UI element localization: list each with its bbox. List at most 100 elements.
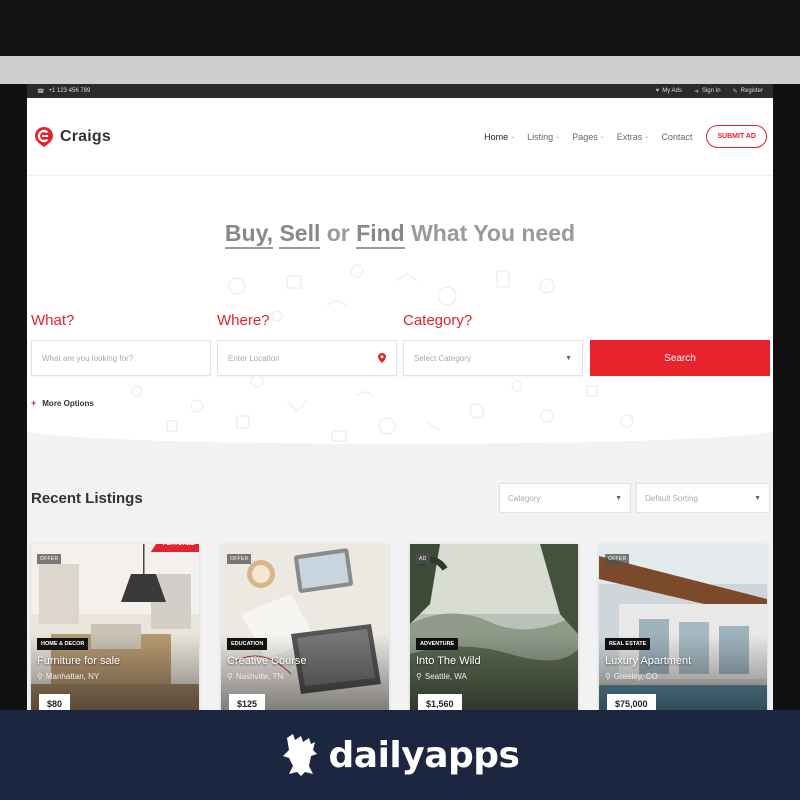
listing-card[interactable]: OFFER EDUCATION Creative Course ⚲ Nashvil… bbox=[221, 544, 389, 716]
pin-logo-icon bbox=[35, 126, 53, 147]
dailyapps-wordmark: dailyapps bbox=[328, 734, 520, 776]
headline-or: or bbox=[326, 220, 350, 246]
nav-label: Pages bbox=[572, 131, 598, 142]
more-options-label: More Options bbox=[42, 398, 94, 408]
map-pin-icon: ⚲ bbox=[37, 672, 43, 681]
listing-card[interactable]: OFFER REAL ESTATE Luxury Apartment ⚲ Gree… bbox=[599, 544, 767, 716]
top-gray-strip bbox=[0, 56, 800, 84]
location-text: Nashville, TN bbox=[235, 672, 284, 681]
category-label: Category? bbox=[403, 312, 473, 329]
more-options-toggle[interactable]: + More Options bbox=[31, 398, 94, 408]
sort-value: Default Sorting bbox=[645, 493, 698, 503]
brand-logo[interactable]: Craigs bbox=[34, 126, 111, 148]
sign-in-label: Sign In bbox=[701, 88, 721, 94]
listing-type-badge: OFFER bbox=[227, 554, 252, 564]
website-screenshot: ☎ +1 123 456 789 ♥ My Ads ➜ Sign In ✎ Regis… bbox=[27, 84, 773, 716]
where-label: Where? bbox=[217, 312, 270, 329]
my-ads-label: My Ads bbox=[662, 88, 682, 94]
submit-ad-button[interactable]: SUBMIT AD bbox=[706, 125, 767, 148]
listing-category-badge: ADVENTURE bbox=[416, 638, 459, 650]
caret-down-icon: ▼ bbox=[754, 494, 761, 502]
what-placeholder: What are you looking for? bbox=[42, 353, 134, 363]
location-placeholder: Enter Location bbox=[228, 353, 280, 363]
listing-cards: OFFER FEATURED HOME & DECOR Furniture fo… bbox=[31, 544, 771, 716]
chevron-down-icon: ⌄ bbox=[510, 134, 516, 140]
headline-buy: Buy, bbox=[224, 220, 274, 249]
location-text: Seattle, WA bbox=[424, 672, 467, 681]
location-pin-icon bbox=[378, 353, 386, 363]
hero-headline: Buy, Sell or Find What You need bbox=[27, 220, 773, 249]
listing-location: ⚲ Greeley, CO bbox=[605, 672, 658, 681]
nav-item-extras[interactable]: Extras ⌄ bbox=[617, 132, 650, 142]
nav-label: Contact bbox=[661, 131, 693, 142]
location-text: Greeley, CO bbox=[613, 672, 658, 681]
listing-category-value: Category bbox=[508, 493, 541, 503]
sign-in-link[interactable]: ➜ Sign In bbox=[694, 88, 721, 95]
phone-icon: ☎ bbox=[37, 88, 45, 95]
listing-location: ⚲ Nashville, TN bbox=[227, 672, 283, 681]
dailyapps-banner: dailyapps bbox=[0, 710, 800, 800]
utility-bar: ☎ +1 123 456 789 ♥ My Ads ➜ Sign In ✎ Regis… bbox=[27, 84, 773, 98]
listing-title[interactable]: Luxury Apartment bbox=[605, 655, 691, 667]
listing-type-badge: OFFER bbox=[605, 554, 630, 564]
site-header: Craigs Home ⌄ Listing ⌄ Pages ⌄ Extras ⌄ Con… bbox=[27, 98, 773, 176]
brand-name: Craigs bbox=[60, 127, 111, 145]
main-nav: Home ⌄ Listing ⌄ Pages ⌄ Extras ⌄ Contact bbox=[484, 132, 692, 142]
listing-category-select[interactable]: Category ▼ bbox=[499, 483, 631, 513]
category-select[interactable]: Select Category ▼ bbox=[403, 340, 583, 376]
listing-location: ⚲ Manhattan, NY bbox=[37, 672, 99, 681]
search-button[interactable]: Search bbox=[590, 340, 770, 376]
phone-number: +1 123 456 789 bbox=[48, 88, 91, 94]
recent-listings-header: Recent Listings Category ▼ Default Sorti… bbox=[31, 483, 771, 517]
location-text: Manhattan, NY bbox=[45, 672, 100, 681]
nav-label: Listing bbox=[527, 131, 554, 142]
nav-item-home[interactable]: Home ⌄ bbox=[484, 132, 515, 142]
map-pin-icon: ⚲ bbox=[227, 672, 233, 681]
nav-item-contact[interactable]: Contact bbox=[661, 132, 692, 142]
nav-item-listing[interactable]: Listing ⌄ bbox=[527, 132, 560, 142]
hero-search-section: Buy, Sell or Find What You need What? Wh… bbox=[27, 176, 773, 444]
top-black-bar bbox=[0, 0, 800, 56]
sort-select[interactable]: Default Sorting ▼ bbox=[636, 483, 770, 513]
listing-type-badge: AD bbox=[416, 554, 430, 564]
my-ads-link[interactable]: ♥ My Ads bbox=[656, 88, 682, 94]
listing-title[interactable]: Furniture for sale bbox=[37, 655, 120, 667]
featured-ribbon: FEATURED bbox=[150, 544, 199, 552]
category-selected: Select Category bbox=[414, 353, 471, 363]
register-label: Register bbox=[740, 88, 763, 94]
map-pin-icon: ⚲ bbox=[605, 672, 611, 681]
listing-type-badge: OFFER bbox=[37, 554, 62, 564]
sign-in-icon: ➜ bbox=[693, 88, 699, 95]
nav-item-pages[interactable]: Pages ⌄ bbox=[572, 132, 605, 142]
map-pin-icon: ⚲ bbox=[416, 672, 422, 681]
what-label: What? bbox=[31, 312, 75, 329]
nav-label: Home bbox=[484, 131, 509, 142]
background-doodle-pattern bbox=[131, 264, 634, 442]
headline-sell: Sell bbox=[279, 220, 321, 249]
listing-card[interactable]: OFFER FEATURED HOME & DECOR Furniture fo… bbox=[31, 544, 199, 716]
caret-down-icon: ▼ bbox=[565, 354, 572, 362]
caret-down-icon: ▼ bbox=[615, 494, 622, 502]
headline-rest: What You need bbox=[411, 220, 576, 246]
edit-icon: ✎ bbox=[732, 88, 738, 95]
listing-title[interactable]: Into The Wild bbox=[416, 655, 481, 667]
heart-icon: ♥ bbox=[655, 88, 660, 94]
plus-icon: + bbox=[31, 398, 37, 408]
chevron-down-icon: ⌄ bbox=[555, 134, 561, 140]
what-input[interactable]: What are you looking for? bbox=[31, 340, 211, 376]
dailyapps-logo-icon bbox=[282, 734, 317, 776]
register-link[interactable]: ✎ Register bbox=[733, 88, 763, 95]
chevron-down-icon: ⌄ bbox=[644, 134, 650, 140]
headline-find: Find bbox=[356, 220, 405, 249]
listing-card[interactable]: AD ADVENTURE Into The Wild ⚲ Seattle, WA … bbox=[410, 544, 578, 716]
listing-category-badge: HOME & DECOR bbox=[37, 638, 89, 650]
listing-category-badge: REAL ESTATE bbox=[605, 638, 651, 650]
chevron-down-icon: ⌄ bbox=[599, 134, 605, 140]
account-links: ♥ My Ads ➜ Sign In ✎ Register bbox=[656, 88, 763, 95]
phone-info: ☎ +1 123 456 789 bbox=[37, 88, 90, 95]
listing-title[interactable]: Creative Course bbox=[227, 655, 306, 667]
recent-listings-title: Recent Listings bbox=[31, 490, 143, 507]
listing-location: ⚲ Seattle, WA bbox=[416, 672, 467, 681]
location-input[interactable]: Enter Location bbox=[217, 340, 397, 376]
listing-category-badge: EDUCATION bbox=[227, 638, 268, 650]
